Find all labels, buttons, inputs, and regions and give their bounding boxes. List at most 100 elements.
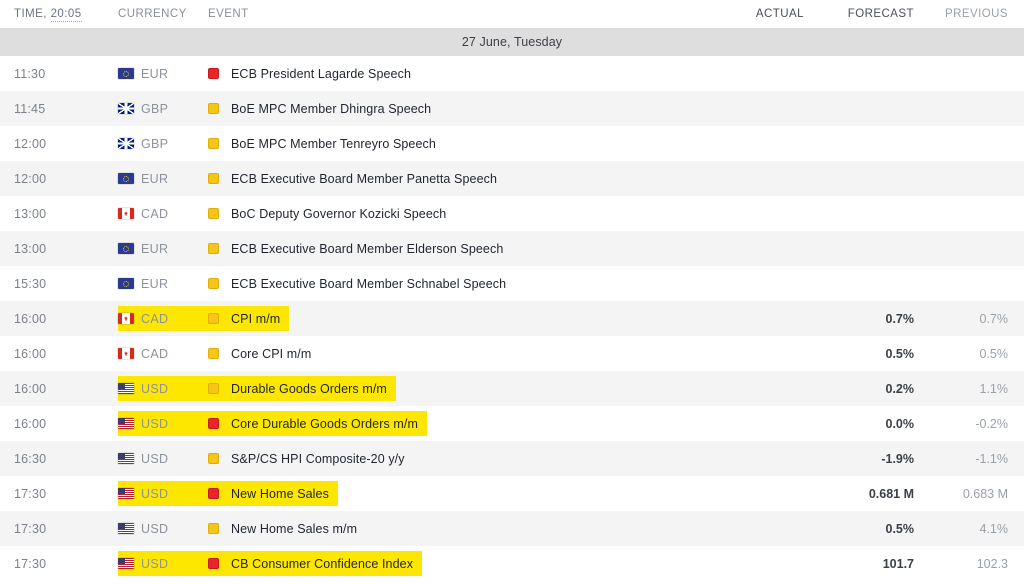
event-title[interactable]: Durable Goods Orders m/m bbox=[231, 382, 387, 396]
event-currency[interactable]: EUR bbox=[118, 242, 208, 256]
event-title[interactable]: ECB President Lagarde Speech bbox=[231, 67, 411, 81]
event-currency[interactable]: USD bbox=[118, 417, 208, 431]
event-currency[interactable]: USD bbox=[118, 452, 208, 466]
event-currency[interactable]: USD bbox=[118, 522, 208, 536]
event-impact-cell bbox=[208, 488, 231, 499]
event-label-group: CAD CPI m/m bbox=[118, 306, 290, 331]
currency-code: USD bbox=[141, 416, 169, 431]
event-previous-value: 102.3 bbox=[976, 556, 1008, 571]
calendar-event-row[interactable]: 16:00 USD Durable Goods Orders m/m 0.2% 1.1% bbox=[0, 371, 1024, 406]
event-currency[interactable]: GBP bbox=[118, 102, 208, 116]
event-time: 17:30 bbox=[14, 521, 47, 536]
event-previous-value: 0.5% bbox=[979, 346, 1009, 361]
event-currency[interactable]: EUR bbox=[118, 172, 208, 186]
impact-high-icon bbox=[208, 558, 219, 569]
impact-medium-icon bbox=[208, 103, 219, 114]
event-previous-value: 1.1% bbox=[979, 381, 1009, 396]
event-highlight-marker: USD CB Consumer Confidence Index bbox=[118, 551, 694, 576]
event-impact-cell bbox=[208, 278, 231, 289]
currency-code: USD bbox=[141, 451, 169, 466]
event-previous-value: 0.7% bbox=[979, 311, 1009, 326]
event-currency[interactable]: EUR bbox=[118, 277, 208, 291]
event-group: EUR ECB President Lagarde Speech bbox=[118, 61, 694, 86]
event-label-group: CAD Core CPI m/m bbox=[118, 341, 320, 366]
calendar-event-row[interactable]: 16:00 USD Core Durable Goods Orders m/m 0.0… bbox=[0, 406, 1024, 441]
currency-code: EUR bbox=[141, 66, 169, 81]
impact-medium-icon bbox=[208, 173, 219, 184]
event-time: 16:00 bbox=[14, 346, 47, 361]
event-title[interactable]: BoE MPC Member Dhingra Speech bbox=[231, 102, 431, 116]
event-time: 13:00 bbox=[14, 241, 47, 256]
event-impact-cell bbox=[208, 138, 231, 149]
event-label-group: EUR ECB Executive Board Member Elderson S… bbox=[118, 236, 512, 261]
calendar-event-row[interactable]: 13:00 EUR ECB Executive Board Member Elder… bbox=[0, 231, 1024, 266]
event-title[interactable]: Core CPI m/m bbox=[231, 347, 311, 361]
calendar-event-row[interactable]: 16:00 CAD CPI m/m 0.7% 0.7% bbox=[0, 301, 1024, 336]
event-previous-value: 4.1% bbox=[979, 521, 1009, 536]
event-currency[interactable]: EUR bbox=[118, 67, 208, 81]
cad-flag-icon bbox=[118, 313, 134, 324]
calendar-event-row[interactable]: 12:00 GBP BoE MPC Member Tenreyro Speech bbox=[0, 126, 1024, 161]
event-title[interactable]: New Home Sales m/m bbox=[231, 522, 357, 536]
currency-code: USD bbox=[141, 556, 169, 571]
local-time-value[interactable]: 20:05 bbox=[50, 8, 82, 22]
event-time: 12:00 bbox=[14, 171, 47, 186]
event-title[interactable]: BoE MPC Member Tenreyro Speech bbox=[231, 137, 436, 151]
column-header-currency[interactable]: CURRENCY bbox=[118, 8, 208, 20]
event-forecast-value: 101.7 bbox=[882, 556, 914, 571]
impact-medium-icon bbox=[208, 453, 219, 464]
event-title[interactable]: New Home Sales bbox=[231, 487, 329, 501]
event-title[interactable]: ECB Executive Board Member Schnabel Spee… bbox=[231, 277, 506, 291]
event-currency[interactable]: USD bbox=[118, 382, 208, 396]
event-title[interactable]: ECB Executive Board Member Panetta Speec… bbox=[231, 172, 497, 186]
event-currency[interactable]: CAD bbox=[118, 207, 208, 221]
impact-medium-icon bbox=[208, 313, 219, 324]
currency-code: GBP bbox=[141, 101, 169, 116]
calendar-event-row[interactable]: 17:30 USD New Home Sales m/m 0.5% 4.1% bbox=[0, 511, 1024, 546]
event-label-group: GBP BoE MPC Member Tenreyro Speech bbox=[118, 131, 445, 156]
column-header-previous[interactable]: PREVIOUS bbox=[914, 8, 1024, 20]
impact-medium-icon bbox=[208, 138, 219, 149]
event-forecast-value: 0.681 M bbox=[868, 486, 914, 501]
event-currency[interactable]: GBP bbox=[118, 137, 208, 151]
impact-medium-icon bbox=[208, 208, 219, 219]
calendar-event-row[interactable]: 17:30 USD New Home Sales 0.681 M 0.683 M bbox=[0, 476, 1024, 511]
calendar-event-row[interactable]: 12:00 EUR ECB Executive Board Member Panet… bbox=[0, 161, 1024, 196]
calendar-event-row[interactable]: 17:30 USD CB Consumer Confidence Index 101.… bbox=[0, 546, 1024, 581]
event-title[interactable]: ECB Executive Board Member Elderson Spee… bbox=[231, 242, 503, 256]
event-currency[interactable]: USD bbox=[118, 557, 208, 571]
event-title[interactable]: BoC Deputy Governor Kozicki Speech bbox=[231, 207, 446, 221]
event-currency[interactable]: USD bbox=[118, 487, 208, 501]
impact-medium-icon bbox=[208, 383, 219, 394]
event-previous-value: -0.2% bbox=[975, 416, 1008, 431]
column-header-forecast[interactable]: FORECAST bbox=[804, 8, 914, 20]
calendar-event-row[interactable]: 15:30 EUR ECB Executive Board Member Schna… bbox=[0, 266, 1024, 301]
event-title[interactable]: CPI m/m bbox=[231, 312, 280, 326]
event-time: 16:00 bbox=[14, 311, 47, 326]
currency-code: EUR bbox=[141, 171, 169, 186]
event-title[interactable]: Core Durable Goods Orders m/m bbox=[231, 417, 418, 431]
event-title[interactable]: S&P/CS HPI Composite-20 y/y bbox=[231, 452, 405, 466]
calendar-event-row[interactable]: 11:45 GBP BoE MPC Member Dhingra Speech bbox=[0, 91, 1024, 126]
calendar-event-row[interactable]: 16:30 USD S&P/CS HPI Composite-20 y/y -1.9%… bbox=[0, 441, 1024, 476]
event-time: 16:00 bbox=[14, 381, 47, 396]
currency-code: GBP bbox=[141, 136, 169, 151]
cad-flag-icon bbox=[118, 348, 134, 359]
event-forecast-value: 0.5% bbox=[885, 346, 915, 361]
event-currency[interactable]: CAD bbox=[118, 312, 208, 326]
currency-code: USD bbox=[141, 521, 169, 536]
calendar-event-row[interactable]: 11:30 EUR ECB President Lagarde Speech bbox=[0, 56, 1024, 91]
event-impact-cell bbox=[208, 453, 231, 464]
event-group: CAD BoC Deputy Governor Kozicki Speech bbox=[118, 201, 694, 226]
column-header-event[interactable]: EVENT bbox=[208, 8, 694, 20]
event-label-group: EUR ECB Executive Board Member Schnabel S… bbox=[118, 271, 515, 296]
calendar-event-row[interactable]: 16:00 CAD Core CPI m/m 0.5% 0.5% bbox=[0, 336, 1024, 371]
column-header-actual[interactable]: ACTUAL bbox=[694, 8, 804, 20]
event-impact-cell bbox=[208, 418, 231, 429]
calendar-event-row[interactable]: 13:00 CAD BoC Deputy Governor Kozicki Spee… bbox=[0, 196, 1024, 231]
event-title[interactable]: CB Consumer Confidence Index bbox=[231, 557, 413, 571]
event-impact-cell bbox=[208, 558, 231, 569]
event-currency[interactable]: CAD bbox=[118, 347, 208, 361]
event-time: 12:00 bbox=[14, 136, 47, 151]
currency-code: EUR bbox=[141, 241, 169, 256]
